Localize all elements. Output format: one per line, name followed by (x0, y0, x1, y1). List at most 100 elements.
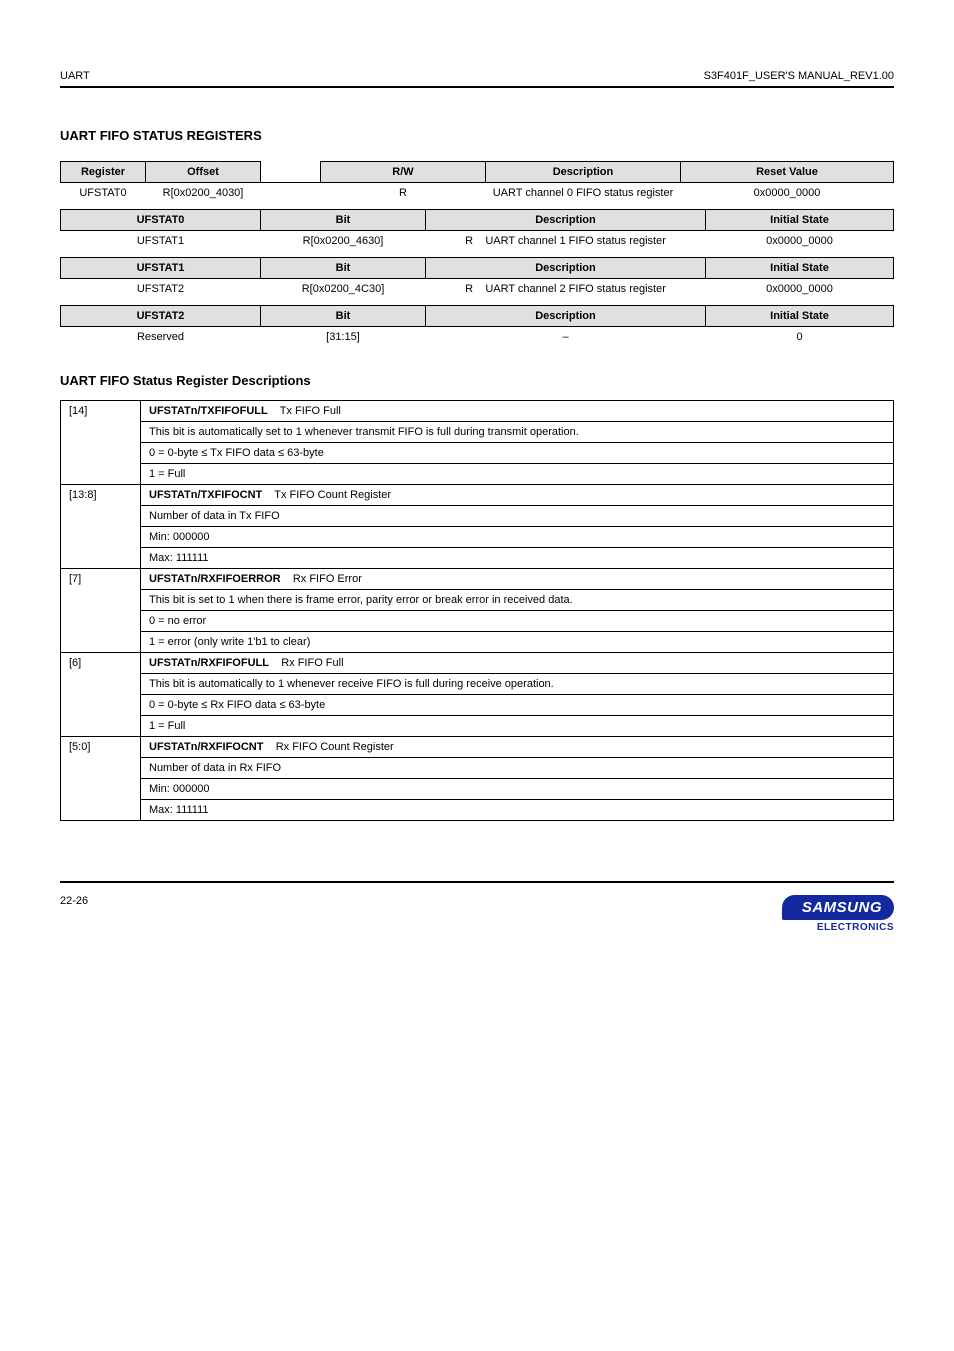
field-header-table-1: UFSTAT1 Bit Description Initial State UF… (60, 257, 894, 299)
samsung-logo-icon: SAMSUNG (782, 895, 894, 920)
col-a: UFSTAT0 (61, 210, 261, 231)
col-offset: Offset (146, 162, 261, 183)
table-row: Reserved [31:15] – 0 (61, 327, 894, 348)
col-a: UFSTAT2 (61, 306, 261, 327)
header-divider (60, 86, 894, 88)
col-d: Initial State (706, 210, 894, 231)
label-cell: UFSTATn/RXFIFOERROR Rx FIFO Error (141, 569, 894, 590)
col-b: Bit (261, 306, 426, 327)
v1-cell: Max: 111111 (141, 548, 894, 569)
label-cell: UFSTATn/RXFIFOCNT Rx FIFO Count Register (141, 737, 894, 758)
cell-offset: R[0x0200_4630] (261, 231, 426, 252)
cell-desc: R UART channel 2 FIFO status register (426, 279, 706, 300)
table-row: Max: 111111 (61, 800, 894, 821)
cell-rw: R (321, 183, 486, 204)
table-row: [7] UFSTATn/RXFIFOERROR Rx FIFO Error (61, 569, 894, 590)
col-rw: R/W (321, 162, 486, 183)
table-row: [5:0] UFSTATn/RXFIFOCNT Rx FIFO Count Re… (61, 737, 894, 758)
v0-cell: Min: 000000 (141, 527, 894, 548)
table-row: Number of data in Tx FIFO (61, 506, 894, 527)
v0-cell: 0 = no error (141, 611, 894, 632)
bits-cell: [14] (61, 401, 141, 485)
col-reset: Reset Value (681, 162, 894, 183)
cell-description: UART channel 0 FIFO status register (486, 183, 681, 204)
page-header: UART S3F401F_USER'S MANUAL_REV1.00 (60, 70, 894, 82)
field-header-table-2: UFSTAT2 Bit Description Initial State Re… (60, 305, 894, 347)
page-number: 22-26 (60, 895, 88, 907)
field-header-table-0: UFSTAT0 Bit Description Initial State UF… (60, 209, 894, 251)
table-row: 0 = 0-byte ≤ Rx FIFO data ≤ 63-byte (61, 695, 894, 716)
table-row: [6] UFSTATn/RXFIFOFULL Rx FIFO Full (61, 653, 894, 674)
cell-reset: 0x0000_0000 (706, 231, 894, 252)
col-a: UFSTAT1 (61, 258, 261, 279)
text-cell: This bit is automatically set to 1 whene… (141, 422, 894, 443)
table-header-row: UFSTAT0 Bit Description Initial State (61, 210, 894, 231)
table-row: [13:8] UFSTATn/TXFIFOCNT Tx FIFO Count R… (61, 485, 894, 506)
col-d: Initial State (706, 306, 894, 327)
bits-cell: [7] (61, 569, 141, 653)
table-row: [14] UFSTATn/TXFIFOFULL Tx FIFO Full (61, 401, 894, 422)
v1-cell: 1 = Full (141, 464, 894, 485)
table-row: 0 = no error (61, 611, 894, 632)
cell-spacer (261, 183, 321, 204)
col-c: Description (426, 210, 706, 231)
label-cell: UFSTATn/TXFIFOCNT Tx FIFO Count Register (141, 485, 894, 506)
field-description-table: [14] UFSTATn/TXFIFOFULL Tx FIFO Full Thi… (60, 400, 894, 821)
cell-register: UFSTAT2 (61, 279, 261, 300)
table-row: This bit is automatically set to 1 whene… (61, 422, 894, 443)
table-header-row: UFSTAT2 Bit Description Initial State (61, 306, 894, 327)
text-cell: This bit is automatically to 1 whenever … (141, 674, 894, 695)
cell-register: UFSTAT1 (61, 231, 261, 252)
col-b: Bit (261, 258, 426, 279)
col-register: Register (61, 162, 146, 183)
page-content: UART S3F401F_USER'S MANUAL_REV1.00 UART … (0, 0, 954, 1351)
v1-cell: 1 = error (only write 1'b1 to clear) (141, 632, 894, 653)
table-row: UFSTAT1 R[0x0200_4630] R UART channel 1 … (61, 231, 894, 252)
cell-offset: R[0x0200_4C30] (261, 279, 426, 300)
table-row: Number of data in Rx FIFO (61, 758, 894, 779)
col-description: Description (486, 162, 681, 183)
descriptions-title: UART FIFO Status Register Descriptions (60, 373, 894, 388)
table-row: 1 = error (only write 1'b1 to clear) (61, 632, 894, 653)
brand-logo: SAMSUNG ELECTRONICS (782, 895, 894, 933)
page-footer: 22-26 SAMSUNG ELECTRONICS (60, 881, 894, 933)
table-row: UFSTAT0 R[0x0200_4030] R UART channel 0 … (61, 183, 894, 204)
brand-subtext: ELECTRONICS (782, 922, 894, 933)
v0-cell: 0 = 0-byte ≤ Tx FIFO data ≤ 63-byte (141, 443, 894, 464)
section-title: UART FIFO STATUS REGISTERS (60, 128, 894, 143)
cell-a: Reserved (61, 327, 261, 348)
v0-cell: Min: 000000 (141, 779, 894, 800)
cell-b: [31:15] (261, 327, 426, 348)
table-header-row: Register Offset R/W Description Reset Va… (61, 162, 894, 183)
table-row: 0 = 0-byte ≤ Tx FIFO data ≤ 63-byte (61, 443, 894, 464)
cell-desc: R UART channel 1 FIFO status register (426, 231, 706, 252)
col-d: Initial State (706, 258, 894, 279)
table-header-row: UFSTAT1 Bit Description Initial State (61, 258, 894, 279)
cell-d: 0 (706, 327, 894, 348)
cell-offset: R[0x0200_4030] (146, 183, 261, 204)
v0-cell: 0 = 0-byte ≤ Rx FIFO data ≤ 63-byte (141, 695, 894, 716)
register-summary-table: Register Offset R/W Description Reset Va… (60, 161, 894, 203)
cell-reset: 0x0000_0000 (706, 279, 894, 300)
table-row: Max: 111111 (61, 548, 894, 569)
table-row: Min: 000000 (61, 779, 894, 800)
text-cell: Number of data in Tx FIFO (141, 506, 894, 527)
label-cell: UFSTATn/RXFIFOFULL Rx FIFO Full (141, 653, 894, 674)
col-rw-spacer (261, 162, 321, 183)
bits-cell: [13:8] (61, 485, 141, 569)
table-row: 1 = Full (61, 464, 894, 485)
header-left: UART (60, 70, 90, 82)
col-c: Description (426, 258, 706, 279)
v1-cell: Max: 111111 (141, 800, 894, 821)
v1-cell: 1 = Full (141, 716, 894, 737)
label-cell: UFSTATn/TXFIFOFULL Tx FIFO Full (141, 401, 894, 422)
col-c: Description (426, 306, 706, 327)
col-b: Bit (261, 210, 426, 231)
bits-cell: [6] (61, 653, 141, 737)
table-row: Min: 000000 (61, 527, 894, 548)
text-cell: This bit is set to 1 when there is frame… (141, 590, 894, 611)
cell-register: UFSTAT0 (61, 183, 146, 204)
cell-reset: 0x0000_0000 (681, 183, 894, 204)
table-row: 1 = Full (61, 716, 894, 737)
table-row: This bit is automatically to 1 whenever … (61, 674, 894, 695)
